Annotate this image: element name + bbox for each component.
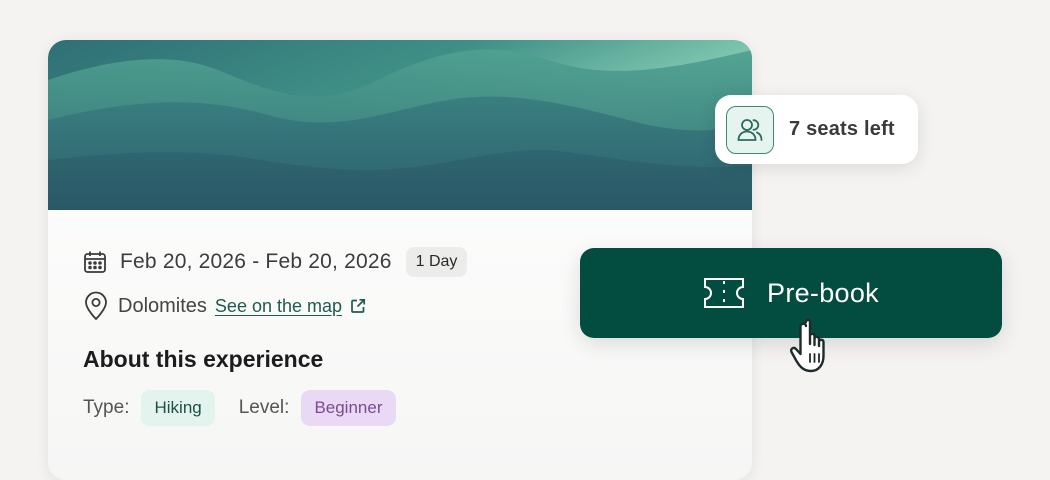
duration-badge: 1 Day — [405, 247, 468, 277]
date-row: Feb 20, 2026 - Feb 20, 2026 1 Day — [82, 244, 468, 280]
seats-left-text: 7 seats left — [789, 118, 895, 140]
about-section-title: About this experience — [83, 346, 324, 372]
mountain-landscape-image — [48, 40, 752, 210]
type-label: Type: — [83, 397, 130, 418]
level-tag: Beginner — [301, 390, 396, 426]
calendar-icon — [82, 249, 108, 275]
type-tag: Hiking — [141, 390, 215, 426]
see-on-map-link[interactable]: See on the map — [215, 296, 342, 317]
date-range: Feb 20, 2026 - Feb 20, 2026 — [120, 250, 392, 273]
hand-cursor-icon — [788, 316, 842, 383]
users-icon — [726, 105, 774, 154]
ticket-icon — [703, 277, 745, 309]
external-link-icon[interactable] — [350, 298, 366, 314]
location-row: Dolomites See on the map — [82, 288, 366, 324]
location-name: Dolomites — [118, 294, 207, 317]
prebook-label: Pre-book — [767, 277, 879, 308]
level-label: Level: — [238, 397, 290, 418]
experience-attributes: Type: Hiking Level: Beginner — [83, 390, 396, 426]
hero-image — [48, 40, 752, 210]
map-pin-icon — [82, 291, 110, 321]
seats-left-badge: 7 seats left — [715, 95, 918, 164]
